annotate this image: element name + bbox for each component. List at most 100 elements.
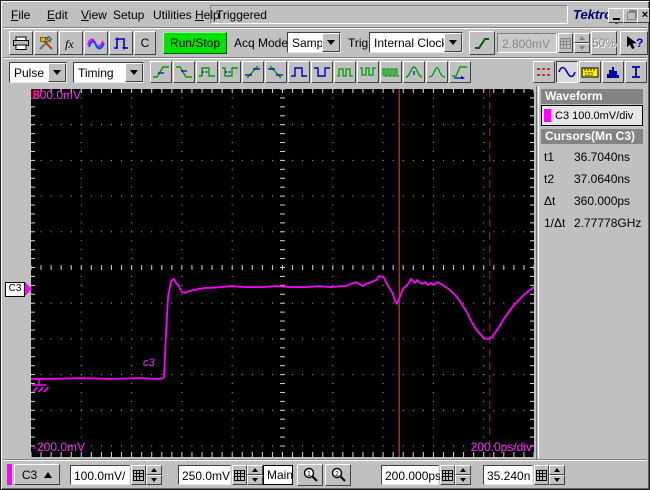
meas-neg-pulse-icon xyxy=(314,67,330,77)
set-level-50-button[interactable]: 50% xyxy=(591,31,617,55)
close-button[interactable]: × xyxy=(637,8,649,23)
vertical-bottom-label: -200.0mV xyxy=(33,440,86,454)
app-window: File Edit View Setup Utilities Help Trig… xyxy=(0,0,650,490)
clear-data-label: C xyxy=(140,36,150,50)
spin-down-icon[interactable] xyxy=(146,475,162,485)
meas-pos-overshoot-button[interactable] xyxy=(403,61,425,83)
meas-class-select[interactable]: Timing xyxy=(73,62,144,83)
vertical-scale-keypad-button[interactable] xyxy=(131,465,146,485)
trig-level-keypad-button[interactable] xyxy=(558,33,573,53)
meas-pos-width-button[interactable] xyxy=(196,61,218,83)
meas-category-select[interactable]: Pulse xyxy=(9,62,67,83)
histogram-icon xyxy=(605,67,619,78)
trig-label: Trig xyxy=(348,36,369,50)
meas-neg-pulse-button[interactable] xyxy=(311,61,333,83)
zoom-1-button[interactable]: 1 xyxy=(297,464,323,486)
chevron-down-icon[interactable] xyxy=(444,33,462,52)
vertical-histogram-button[interactable] xyxy=(625,61,647,83)
spin-up-icon[interactable] xyxy=(455,465,471,475)
vertical-offset-spinner[interactable] xyxy=(247,465,263,485)
context-help-button[interactable]: ? xyxy=(620,31,648,55)
vertical-scale-spinner[interactable] xyxy=(146,465,162,485)
menu-file[interactable]: File xyxy=(11,8,30,22)
meas-class-value: Timing xyxy=(78,66,114,80)
meas-pos-width-icon xyxy=(199,67,215,77)
cursors-mode-button[interactable] xyxy=(533,61,555,83)
measure-readout-button[interactable]: 123 xyxy=(579,61,601,83)
waveform-mode-button[interactable] xyxy=(556,61,578,83)
horizontal-position-field[interactable]: 35.240n xyxy=(483,465,533,485)
trig-source-select[interactable]: Internal Clock xyxy=(369,32,463,53)
horizontal-scale-field[interactable]: 200.000ps xyxy=(381,465,441,485)
horizontal-position-spinner[interactable] xyxy=(549,465,565,485)
math-button[interactable]: fx xyxy=(59,31,83,55)
utilities-tools-button[interactable] xyxy=(34,31,58,55)
waveform-database-button[interactable] xyxy=(84,31,108,55)
ground-reference-icon xyxy=(32,378,50,393)
spin-up-icon[interactable] xyxy=(549,465,565,475)
waveform-list-item[interactable]: C3 100.0mV/div xyxy=(541,105,643,126)
meas-pos-duty-button[interactable] xyxy=(334,61,356,83)
trig-slope-button[interactable] xyxy=(469,31,495,55)
menu-view[interactable]: View xyxy=(81,8,107,22)
meas-neg-overshoot-button[interactable] xyxy=(426,61,448,83)
meas-pos-pulse-button[interactable] xyxy=(288,61,310,83)
spin-down-icon[interactable] xyxy=(455,475,471,485)
spin-down-icon[interactable] xyxy=(574,43,590,53)
meas-fall-time-button[interactable] xyxy=(265,61,287,83)
zoom-2-button[interactable]: 2 xyxy=(325,464,351,486)
vertical-offset-keypad-button[interactable] xyxy=(232,465,247,485)
color-wave-icon xyxy=(87,38,105,49)
acq-mode-select[interactable]: Sample xyxy=(287,32,341,53)
spin-down-icon[interactable] xyxy=(247,475,263,485)
horizontal-scale-keypad-button[interactable] xyxy=(440,465,455,485)
print-button[interactable] xyxy=(9,31,33,55)
meas-neg-duty-button[interactable] xyxy=(357,61,379,83)
pulse-autoset-icon xyxy=(114,36,128,50)
keypad-icon xyxy=(536,469,547,481)
spin-up-icon[interactable] xyxy=(247,465,263,475)
menu-setup[interactable]: Setup xyxy=(113,8,144,22)
spin-down-icon[interactable] xyxy=(549,475,565,485)
meas-burst-button[interactable] xyxy=(380,61,402,83)
svg-text:1: 1 xyxy=(307,471,311,478)
cursors-header: Cursors(Mn C3) xyxy=(541,129,643,144)
spin-up-icon[interactable] xyxy=(146,465,162,475)
cursor-1[interactable] xyxy=(398,89,401,457)
horizontal-position-keypad-button[interactable] xyxy=(534,465,549,485)
channel-marker[interactable]: C3 xyxy=(5,282,32,297)
meas-fall-button[interactable] xyxy=(173,61,195,83)
menu-edit[interactable]: Edit xyxy=(47,8,68,22)
autoset-button[interactable] xyxy=(109,31,133,55)
chevron-down-icon[interactable] xyxy=(48,63,66,82)
readout-dt: Δt 360.000ps xyxy=(544,194,631,208)
trig-level-spinner[interactable] xyxy=(574,33,590,53)
keypad-icon xyxy=(442,469,453,481)
meas-rise-button[interactable] xyxy=(150,61,172,83)
restore-icon xyxy=(626,11,636,20)
menu-utilities[interactable]: Utilities xyxy=(153,8,192,22)
meas-rise-time-button[interactable] xyxy=(242,61,264,83)
trig-level-field[interactable]: 2.800mV xyxy=(497,33,557,53)
svg-text:fx: fx xyxy=(65,37,74,51)
clear-data-button[interactable]: C xyxy=(134,31,156,55)
trigger-status: Triggered xyxy=(210,5,568,24)
vertical-offset-field[interactable]: 250.0mV xyxy=(178,465,231,485)
run-stop-button[interactable]: Run/Stop xyxy=(163,32,227,54)
chevron-down-icon[interactable] xyxy=(322,33,340,52)
toolbar-main: fx C Run/Stop Acq Mode Sample Trig Inter… xyxy=(3,27,648,58)
spin-up-icon[interactable] xyxy=(574,33,590,43)
channel-select-button[interactable]: C3 xyxy=(14,464,60,485)
meas-delay-button[interactable] xyxy=(449,61,471,83)
chevron-down-icon[interactable] xyxy=(125,63,143,82)
minimize-button[interactable] xyxy=(608,8,624,23)
channel-marker-label: C3 xyxy=(5,282,25,297)
meas-neg-width-button[interactable] xyxy=(219,61,241,83)
horizontal-scale-spinner[interactable] xyxy=(455,465,471,485)
scope-display xyxy=(31,89,534,457)
keypad-icon xyxy=(560,37,571,49)
cursor-2[interactable] xyxy=(488,89,491,457)
channel-select-label: C3 xyxy=(21,467,38,482)
vertical-scale-field[interactable]: 100.0mV/ xyxy=(70,465,130,485)
histogram-mode-button[interactable] xyxy=(602,61,624,83)
